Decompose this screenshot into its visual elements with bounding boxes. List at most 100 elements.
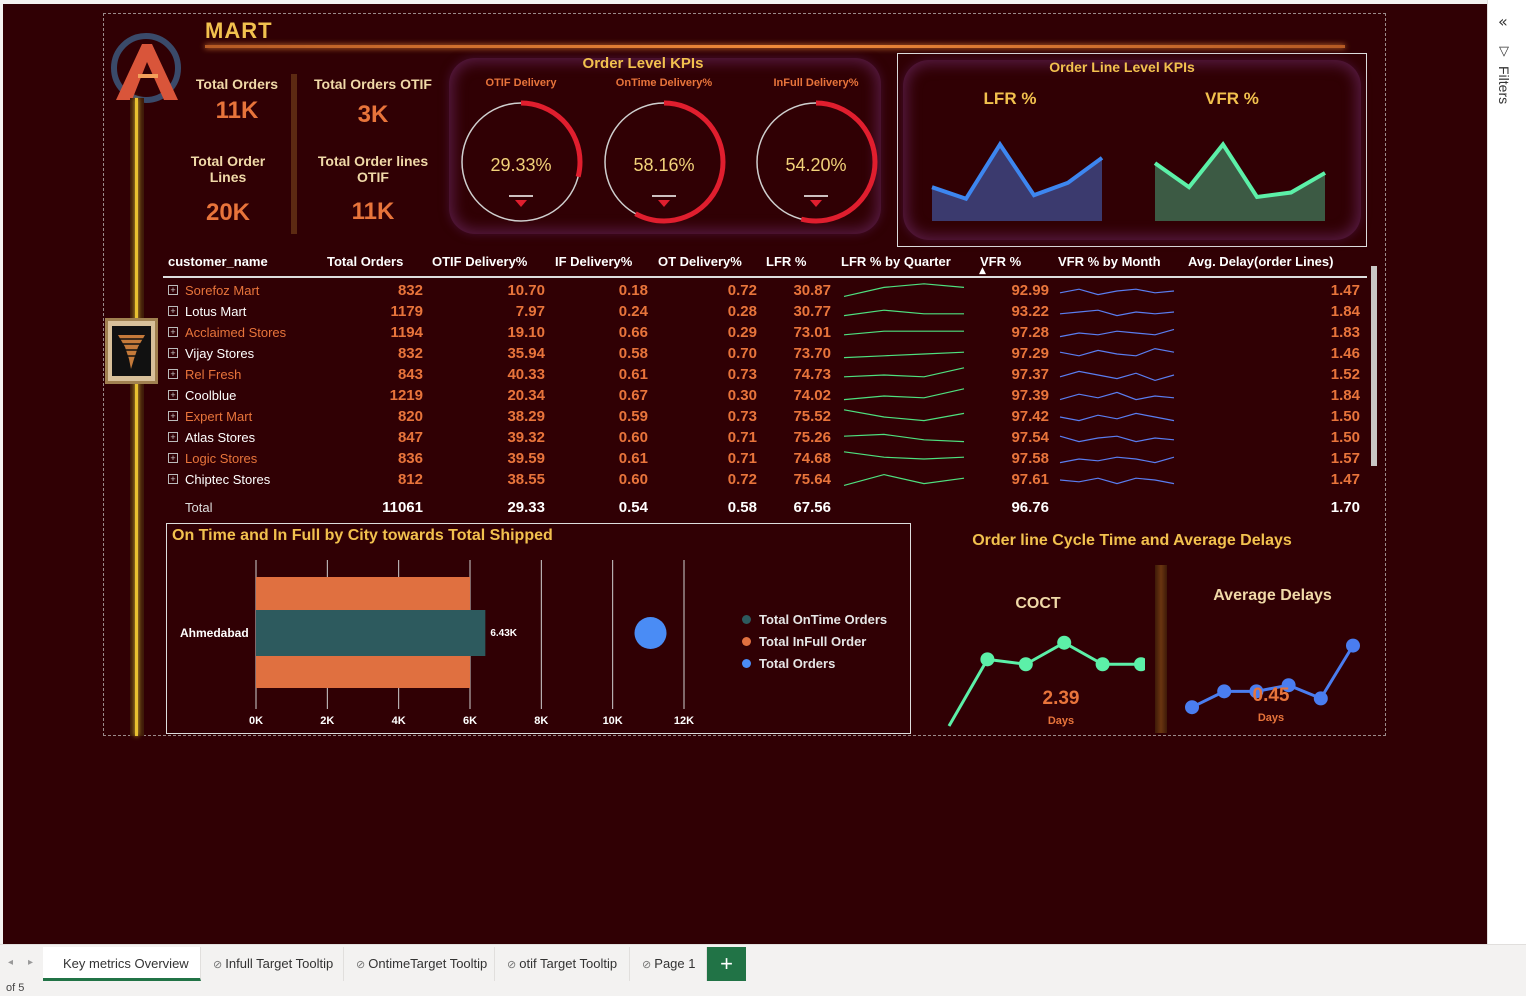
table-total-row[interactable]: Total 11061 29.33 0.54 0.58 67.56 96.76 1.70 (163, 497, 1367, 518)
x-tick-label: 0K (249, 715, 263, 727)
cell-delay: 1.70 (1330, 499, 1360, 516)
expand-icon[interactable]: + (168, 369, 178, 379)
drill-button[interactable] (105, 318, 158, 384)
table-row[interactable]: + Lotus Mart 1179 7.97 0.24 0.28 30.77 93.22 1.8… (163, 301, 1367, 322)
expand-icon[interactable]: + (168, 390, 178, 400)
customer-name: Vijay Stores (185, 346, 255, 361)
x-tick-label: 10K (603, 715, 623, 727)
expand-icon[interactable]: + (168, 306, 178, 316)
avg-delay-unit: Days (1257, 712, 1285, 724)
legend-total[interactable]: Total Orders (742, 656, 887, 671)
col-avg-delay[interactable]: Avg. Delay(order Lines) (1188, 254, 1333, 269)
legend-infull[interactable]: Total InFull Order (742, 634, 887, 649)
customer-name: Sorefoz Mart (185, 283, 260, 298)
y-category-label: Ahmedabad (180, 626, 249, 640)
gauge-value: 54.20% (785, 155, 847, 175)
cell-otif: 39.32 (507, 429, 545, 446)
coct-value: 2.39 (1042, 688, 1080, 709)
cell-if: 0.24 (618, 303, 648, 320)
table-row[interactable]: + Rel Fresh 843 40.33 0.61 0.73 74.73 97.37 1.52 (163, 364, 1367, 385)
vfr-label: VFR % (1205, 89, 1259, 108)
lfr-sparkline (843, 283, 965, 297)
cycle-divider (1155, 565, 1167, 733)
lfr-sparkline (843, 351, 965, 359)
cell-lfr: 73.70 (793, 345, 831, 362)
city-chart-title: On Time and In Full by City towards Tota… (172, 527, 553, 544)
cell-if: 0.60 (618, 471, 648, 488)
hidden-page-icon: ⊘ (507, 959, 520, 971)
col-customer-name[interactable]: customer_name (168, 254, 268, 269)
lfr-area-chart (931, 140, 1104, 221)
table-row[interactable]: + Atlas Stores 847 39.32 0.60 0.71 75.26 97.54 1… (163, 427, 1367, 448)
tab-page-1[interactable]: ⊘ Page 1 (630, 947, 707, 981)
cell-ot: 0.30 (727, 387, 757, 404)
expand-icon[interactable]: + (168, 285, 178, 295)
col-if[interactable]: IF Delivery% (555, 254, 632, 269)
table-row[interactable]: + Acclaimed Stores 1194 19.10 0.66 0.29 73.01 9… (163, 322, 1367, 343)
expand-icon[interactable]: + (168, 327, 178, 337)
page-title: MART (205, 18, 273, 43)
lfr-sparkline (843, 409, 965, 422)
cell-otif: 29.33 (507, 499, 545, 516)
legend-infull-label: Total InFull Order (759, 634, 867, 649)
tab-ontime-target-tooltip[interactable]: ⊘ OntimeTarget Tooltip (344, 947, 495, 981)
tab-infull-target-tooltip[interactable]: ⊘ Infull Target Tooltip (201, 947, 344, 981)
col-lfr[interactable]: LFR % (766, 254, 806, 269)
col-vfr-month[interactable]: VFR % by Month (1058, 254, 1161, 269)
cell-lfr: 75.64 (793, 471, 831, 488)
collapse-pane-icon[interactable]: « (1498, 12, 1508, 31)
total-orders-otif-label: Total Orders OTIF (314, 76, 432, 92)
cell-delay: 1.46 (1330, 345, 1360, 362)
filters-pane[interactable]: « ▽ Filters (1487, 0, 1526, 944)
table-row[interactable]: + Vijay Stores 832 35.94 0.58 0.70 73.70 97.29 1… (163, 343, 1367, 364)
city-chart-legend: Total OnTime Orders Total InFull Order T… (742, 612, 887, 678)
tab-otif-target-tooltip[interactable]: ⊘ otif Target Tooltip (495, 947, 630, 981)
table-row[interactable]: + Sorefoz Mart 832 10.70 0.18 0.72 30.87 92.99 1… (163, 280, 1367, 301)
table-row[interactable]: + Expert Mart 820 38.29 0.59 0.73 75.52 97.42 1.… (163, 406, 1367, 427)
cell-otif: 7.97 (515, 303, 545, 320)
series-point (1134, 657, 1145, 672)
legend-ontime[interactable]: Total OnTime Orders (742, 612, 887, 627)
table-scrollbar[interactable] (1369, 252, 1379, 504)
gauge-label: OnTime Delivery% (615, 77, 713, 89)
series-line (947, 640, 1141, 727)
add-page-button[interactable]: + (707, 947, 746, 981)
col-total-orders[interactable]: Total Orders (327, 254, 403, 269)
cell-orders: 843 (397, 366, 423, 383)
expand-icon[interactable]: + (168, 348, 178, 358)
cell-delay: 1.84 (1330, 387, 1360, 404)
x-tick-label: 2K (320, 715, 334, 727)
customer-name: Lotus Mart (185, 304, 247, 319)
avg-delay-label: Average Delays (1213, 587, 1332, 604)
cell-if: 0.66 (618, 324, 648, 341)
cell-ot: 0.71 (727, 429, 757, 446)
tab-key-metrics-overview[interactable]: Key metrics Overview (43, 947, 201, 981)
bar-ontime (256, 610, 486, 656)
col-lfr-quarter[interactable]: LFR % by Quarter (841, 254, 951, 269)
expand-icon[interactable]: + (168, 474, 178, 484)
expand-icon[interactable]: + (168, 432, 178, 442)
gauge-value: 58.16% (633, 155, 695, 175)
cell-orders: 1219 (389, 387, 423, 404)
scrollbar-thumb[interactable] (1371, 266, 1377, 466)
cell-lfr: 74.02 (793, 387, 831, 404)
prev-page-icon[interactable]: ◂ (8, 957, 13, 968)
next-page-icon[interactable]: ▸ (28, 957, 33, 968)
col-vfr[interactable]: VFR % (980, 254, 1021, 269)
expand-icon[interactable]: + (168, 411, 178, 421)
city-bar-chart: 0K 2K 4K 6K 8K 10K 12K Ahmedabad 6.43K (180, 560, 694, 727)
col-otif[interactable]: OTIF Delivery% (432, 254, 527, 269)
series-point (1018, 657, 1033, 672)
table-row[interactable]: + Coolblue 1219 20.34 0.67 0.30 74.02 97.39 1.84 (163, 385, 1367, 406)
cell-ot: 0.58 (727, 499, 757, 516)
filters-pane-label[interactable]: Filters (1496, 66, 1512, 104)
table-row[interactable]: + Logic Stores 836 39.59 0.61 0.71 74.68 97.58 1… (163, 448, 1367, 469)
series-point (1346, 638, 1360, 653)
legend-infull-dot (742, 637, 751, 646)
cell-otif: 10.70 (507, 282, 545, 299)
col-ot[interactable]: OT Delivery% (658, 254, 742, 269)
cell-delay: 1.57 (1330, 450, 1360, 467)
expand-icon[interactable]: + (168, 453, 178, 463)
table-row[interactable]: + Chiptec Stores 812 38.55 0.60 0.72 75.64 97.6… (163, 469, 1367, 490)
cell-if: 0.61 (618, 450, 648, 467)
